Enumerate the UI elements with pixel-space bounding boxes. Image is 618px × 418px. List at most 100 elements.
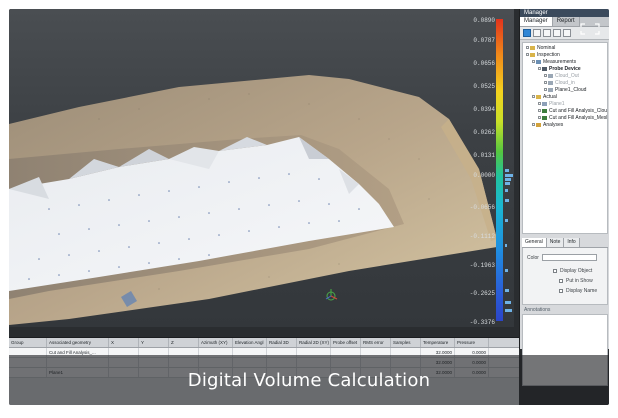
column-header[interactable]: Pressure xyxy=(455,338,489,347)
copy-button[interactable] xyxy=(543,29,551,37)
analysis-icon xyxy=(542,115,547,120)
scale-label: 0.0656 xyxy=(473,60,495,67)
tree-item[interactable]: Plane1_Cloud xyxy=(523,87,607,94)
annotations-label: Annotations xyxy=(524,307,551,313)
folder-icon xyxy=(530,52,535,57)
column-header[interactable]: RMS error xyxy=(361,338,391,347)
3d-viewport[interactable]: 0.0890 0.0787 0.0656 0.0525 0.0394 0.026… xyxy=(9,9,514,327)
tab-manager[interactable]: Manager xyxy=(520,17,553,26)
tree-item[interactable]: Inspection xyxy=(523,52,607,59)
column-header[interactable]: Radial 3D xyxy=(267,338,297,347)
manager-panel: Manager Manager Report Nominal Inspection… xyxy=(519,9,609,386)
tree-item[interactable]: Analyses xyxy=(523,122,607,129)
color-scale-labels: 0.0890 0.0787 0.0656 0.0525 0.0394 0.026… xyxy=(455,15,495,327)
tree-item[interactable]: Nominal xyxy=(523,45,607,52)
expand-toggle[interactable] xyxy=(538,116,541,120)
tab-info[interactable]: Info xyxy=(564,238,580,247)
put-in-show-label: Put in Show xyxy=(566,278,593,284)
tab-note[interactable]: Note xyxy=(546,238,565,247)
search-button[interactable] xyxy=(563,29,571,37)
column-header[interactable]: Temperature xyxy=(421,338,455,347)
color-field[interactable] xyxy=(541,254,597,261)
tree-item-label: Cloud_in xyxy=(555,80,575,86)
cloud-icon xyxy=(548,73,553,78)
maximize-icon[interactable] xyxy=(580,23,600,35)
property-body: Color Display Object Put in Show Display… xyxy=(522,248,608,305)
paste-button[interactable] xyxy=(553,29,561,37)
column-header[interactable]: Azimuth (XY) xyxy=(199,338,233,347)
terrain-scene xyxy=(9,75,497,325)
display-name-checkbox[interactable] xyxy=(559,289,563,293)
tab-report[interactable]: Report xyxy=(553,17,580,26)
tree-item-label: Actual xyxy=(543,94,557,100)
expand-toggle[interactable] xyxy=(532,60,535,64)
chart-icon xyxy=(536,122,541,127)
column-header[interactable]: Elevation Angl xyxy=(233,338,267,347)
color-label: Color xyxy=(527,254,539,261)
expand-toggle[interactable] xyxy=(544,74,547,78)
tree-item[interactable]: Probe Device xyxy=(523,66,607,73)
table-header: Group Associated geometry X Y Z Azimuth (XY) E… xyxy=(9,338,519,348)
tree-item[interactable]: Cut and Fill Analysis_Cloud xyxy=(523,108,607,115)
tree-item-label: Probe Device xyxy=(549,66,581,72)
folder-icon xyxy=(536,94,541,99)
axis-triad xyxy=(325,289,338,301)
tree-item-label: Nominal xyxy=(537,45,556,51)
display-object-label: Display Object xyxy=(560,268,593,274)
scale-label: -0.1963 xyxy=(469,262,495,269)
plane-icon xyxy=(542,101,547,106)
tab-general[interactable]: General xyxy=(522,238,547,247)
caption-bar: Digital Volume Calculation xyxy=(9,355,609,405)
tree-item-label: Plane1 xyxy=(549,101,565,107)
column-header[interactable]: Associated geometry xyxy=(47,338,109,347)
tree-item-label: Measurements xyxy=(543,59,577,65)
pick-tool-button[interactable] xyxy=(533,29,541,37)
column-header[interactable]: Probe offset xyxy=(331,338,361,347)
expand-toggle[interactable] xyxy=(538,67,541,71)
tree-item-label: Cut and Fill Analysis_Cloud xyxy=(549,108,608,114)
scale-label: -0.2625 xyxy=(469,290,495,297)
tree-item-label: Inspection xyxy=(537,52,560,58)
measure-icon xyxy=(536,59,541,64)
property-tabs: General Note Info xyxy=(522,238,608,248)
select-tool-button[interactable] xyxy=(523,29,531,37)
expand-toggle[interactable] xyxy=(526,53,529,57)
tree-item[interactable]: Measurements xyxy=(523,59,607,66)
scale-label: 0.0131 xyxy=(473,152,495,159)
deviation-color-bar xyxy=(496,19,503,321)
expand-toggle[interactable] xyxy=(526,46,529,50)
scale-label: 0.0890 xyxy=(473,17,495,24)
tree-item-label: Plane1_Cloud xyxy=(555,87,587,93)
tree-item[interactable]: Plane1 xyxy=(523,101,607,108)
scale-label: 0.0394 xyxy=(473,106,495,113)
tree-item[interactable]: Actual xyxy=(523,94,607,101)
column-header[interactable]: Y xyxy=(139,338,169,347)
column-header[interactable]: X xyxy=(109,338,139,347)
display-name-label: Display Name xyxy=(566,288,598,294)
scale-label: 0.0262 xyxy=(473,129,495,136)
cloud-icon xyxy=(548,87,553,92)
column-header[interactable]: Z xyxy=(169,338,199,347)
expand-toggle[interactable] xyxy=(538,102,541,106)
expand-toggle[interactable] xyxy=(532,123,535,127)
column-header[interactable]: Group xyxy=(9,338,47,347)
expand-toggle[interactable] xyxy=(544,81,547,85)
tree-item-label: Cut and Fill Analysis_Mesh xyxy=(549,115,608,121)
manager-title: Manager xyxy=(520,9,609,17)
column-header[interactable]: Radial 2D (XY) xyxy=(297,338,331,347)
scale-label: 0.0525 xyxy=(473,83,495,90)
object-tree: Nominal Inspection Measurements Probe Devic… xyxy=(522,42,608,234)
tree-item-label: Cloud_Out xyxy=(555,73,579,79)
caption-title: Digital Volume Calculation xyxy=(187,369,431,391)
column-header[interactable]: Samples xyxy=(391,338,421,347)
expand-toggle[interactable] xyxy=(544,88,547,92)
put-in-show-checkbox[interactable] xyxy=(559,279,563,283)
cloud-icon xyxy=(548,80,553,85)
expand-toggle[interactable] xyxy=(532,95,535,99)
folder-icon xyxy=(530,45,535,50)
display-object-checkbox[interactable] xyxy=(553,269,557,273)
tree-item[interactable]: Cut and Fill Analysis_Mesh xyxy=(523,115,607,122)
tree-item[interactable]: Cloud_Out xyxy=(523,73,607,80)
tree-item[interactable]: Cloud_in xyxy=(523,80,607,87)
expand-toggle[interactable] xyxy=(538,109,541,113)
